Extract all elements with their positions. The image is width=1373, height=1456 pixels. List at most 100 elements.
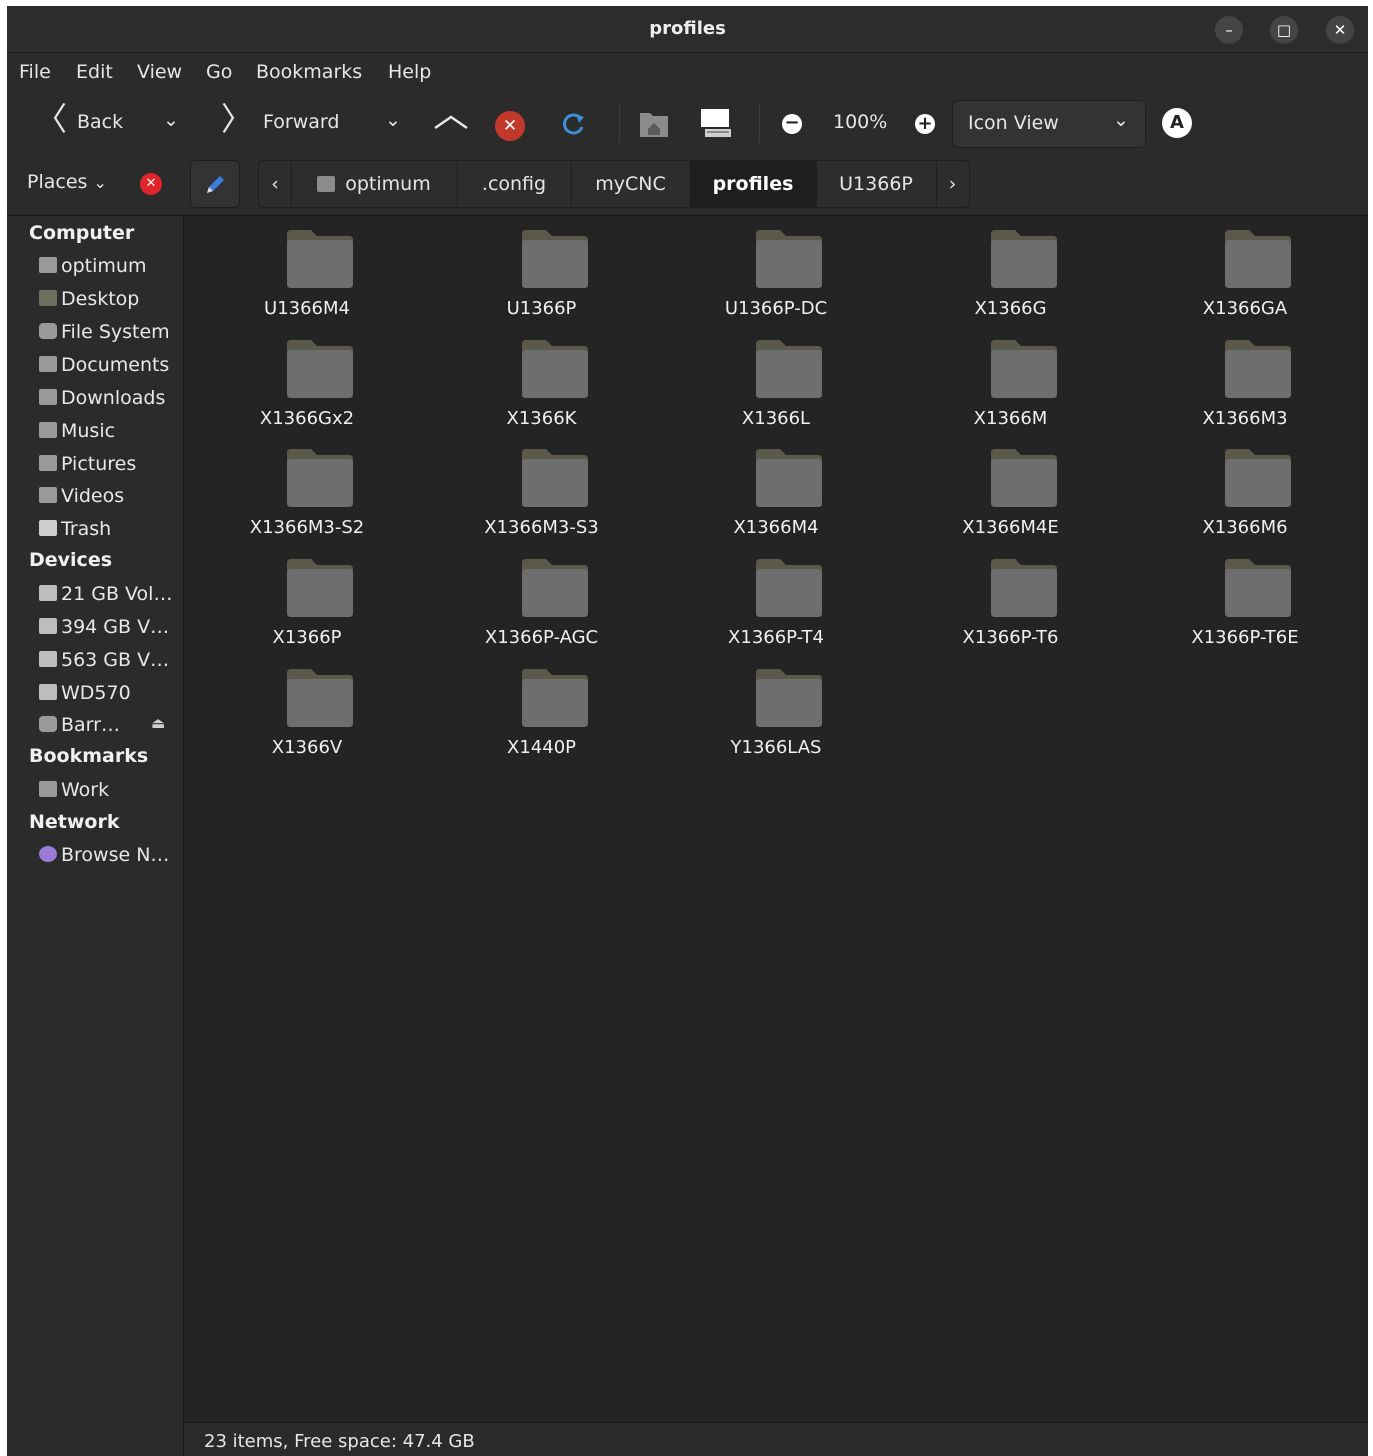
disk-icon [39, 323, 57, 339]
folder-item[interactable]: X1366M3-S3 [432, 441, 652, 545]
folder-item[interactable]: X1366M6 [1135, 441, 1355, 545]
folder-item[interactable]: X1366M3-S2 [197, 441, 417, 545]
folder-icon [1225, 230, 1291, 288]
sidebar-item-downloads[interactable]: Downloads [39, 387, 165, 417]
sidebar-item-21gb-volume[interactable]: 21 GB Vol… [39, 583, 172, 613]
folder-item[interactable]: X1366M [901, 332, 1121, 436]
folder-icon [1225, 449, 1291, 508]
edit-location-button[interactable] [190, 160, 240, 208]
folder-item[interactable]: X1366M3 [1135, 332, 1355, 436]
sidebar-item-videos[interactable]: Videos [39, 485, 124, 515]
breadcrumb-config[interactable]: .config [457, 161, 572, 207]
folder-item[interactable]: X1366M4E [901, 441, 1121, 545]
places-label: Places [27, 171, 88, 193]
folder-item[interactable]: X1366K [432, 332, 652, 436]
folder-label: X1366M3-S3 [484, 517, 599, 539]
folder-item[interactable]: X1366P-T4 [666, 551, 886, 655]
menu-bookmarks[interactable]: Bookmarks [256, 61, 362, 83]
folder-item[interactable]: X1366P-T6 [901, 551, 1121, 655]
zoom-out-icon[interactable]: − [782, 114, 802, 134]
sidebar-item-563gb-volume[interactable]: 563 GB V… [39, 649, 169, 679]
drive-icon [39, 585, 57, 601]
folder-item[interactable]: Y1366LAS [666, 661, 886, 765]
folder-item[interactable]: X1366GA [1135, 222, 1355, 326]
folder-item[interactable]: X1366G [901, 222, 1121, 326]
search-icon[interactable]: A [1162, 108, 1192, 138]
folder-item[interactable]: X1366Gx2 [197, 332, 417, 436]
folder-item[interactable]: X1440P [432, 661, 652, 765]
forward-button[interactable]: Forward [263, 111, 339, 133]
folder-icon [990, 230, 1057, 288]
folder-item[interactable]: X1366L [666, 332, 886, 436]
up-icon[interactable] [433, 113, 469, 131]
home-icon[interactable] [638, 107, 670, 139]
back-history-dropdown[interactable]: ⌄ [163, 109, 179, 131]
folder-item[interactable]: X1366M4 [666, 441, 886, 545]
title-bar[interactable]: profiles – □ ✕ [7, 6, 1368, 53]
menu-file[interactable]: File [19, 61, 51, 83]
folder-item[interactable]: X1366P-AGC [432, 551, 652, 655]
eject-icon[interactable]: ⏏ [151, 714, 165, 732]
sidebar-item-barr[interactable]: Barr… ⏏ [39, 714, 165, 744]
folder-label: X1366M4E [962, 517, 1059, 539]
close-sidebar-icon[interactable]: ✕ [140, 173, 162, 195]
folder-icon [39, 781, 57, 797]
minimize-button[interactable]: – [1215, 16, 1243, 44]
folder-icon [990, 449, 1057, 508]
folder-item[interactable]: X1366P-T6E [1135, 551, 1355, 655]
sidebar-item-work[interactable]: Work [39, 779, 109, 809]
folder-label: X1366M3 [1202, 407, 1288, 429]
sidebar-item-pictures[interactable]: Pictures [39, 453, 136, 483]
places-button[interactable]: Places ⌄ [27, 171, 107, 193]
menu-go[interactable]: Go [206, 61, 232, 83]
close-button[interactable]: ✕ [1326, 16, 1354, 44]
breadcrumb-optimum[interactable]: optimum [291, 161, 458, 207]
breadcrumb-u1366p[interactable]: U1366P [816, 161, 937, 207]
breadcrumb-mycnc[interactable]: myCNC [571, 161, 691, 207]
sidebar-item-documents[interactable]: Documents [39, 354, 169, 384]
home-folder-icon [317, 176, 336, 192]
menu-bar: File Edit View Go Bookmarks Help [7, 53, 1368, 91]
sidebar-item-394gb-volume[interactable]: 394 GB V… [39, 616, 169, 646]
view-mode-select[interactable]: Icon View ⌄ [952, 100, 1146, 148]
zoom-in-icon[interactable]: + [915, 114, 935, 134]
folder-label: X1366P-T6 [962, 627, 1059, 649]
menu-view[interactable]: View [137, 61, 182, 83]
drive-icon [39, 651, 57, 667]
folder-icon [990, 339, 1057, 398]
zoom-level: 100% [833, 111, 888, 133]
back-button[interactable]: Back [77, 111, 123, 133]
breadcrumb-profiles[interactable]: profiles [690, 161, 817, 207]
sidebar-item-music[interactable]: Music [39, 420, 115, 450]
breadcrumb-scroll-right[interactable]: › [936, 161, 969, 207]
sidebar-item-desktop[interactable]: Desktop [39, 288, 139, 318]
folder-item[interactable]: X1366P [197, 551, 417, 655]
sidebar-item-trash[interactable]: Trash [39, 518, 111, 548]
folder-item[interactable]: U1366P [432, 222, 652, 326]
maximize-button[interactable]: □ [1270, 16, 1298, 44]
sidebar-item-wd570[interactable]: WD570 [39, 682, 131, 712]
home-folder-icon [39, 257, 57, 273]
menu-edit[interactable]: Edit [76, 61, 113, 83]
folder-item[interactable]: U1366M4 [197, 222, 417, 326]
folder-grid[interactable]: U1366M4 U1366P U1366P-DC X1366G X1366GA X1366… [184, 216, 1368, 1422]
folder-label: X1366Gx2 [259, 407, 355, 429]
sidebar-item-file-system[interactable]: File System [39, 321, 170, 351]
sidebar-item-browse-network[interactable]: Browse N… [39, 844, 169, 874]
folder-item[interactable]: U1366P-DC [666, 222, 886, 326]
folder-item[interactable]: X1366V [197, 661, 417, 765]
folder-label: X1366V [271, 736, 343, 758]
forward-arrow-icon[interactable]: 〉 [221, 101, 253, 137]
folder-icon [756, 230, 822, 288]
computer-icon[interactable] [699, 107, 733, 141]
sidebar-item-optimum[interactable]: optimum [39, 255, 146, 285]
back-arrow-icon[interactable]: 〈 [35, 101, 67, 137]
reload-icon[interactable] [560, 111, 586, 137]
folder-label: X1366K [506, 407, 577, 429]
breadcrumb-scroll-left[interactable]: ‹ [259, 161, 292, 207]
folder-icon [990, 559, 1057, 618]
stop-icon[interactable]: ✕ [495, 111, 525, 141]
drive-icon [39, 684, 57, 700]
menu-help[interactable]: Help [388, 61, 431, 83]
forward-history-dropdown[interactable]: ⌄ [385, 109, 401, 131]
